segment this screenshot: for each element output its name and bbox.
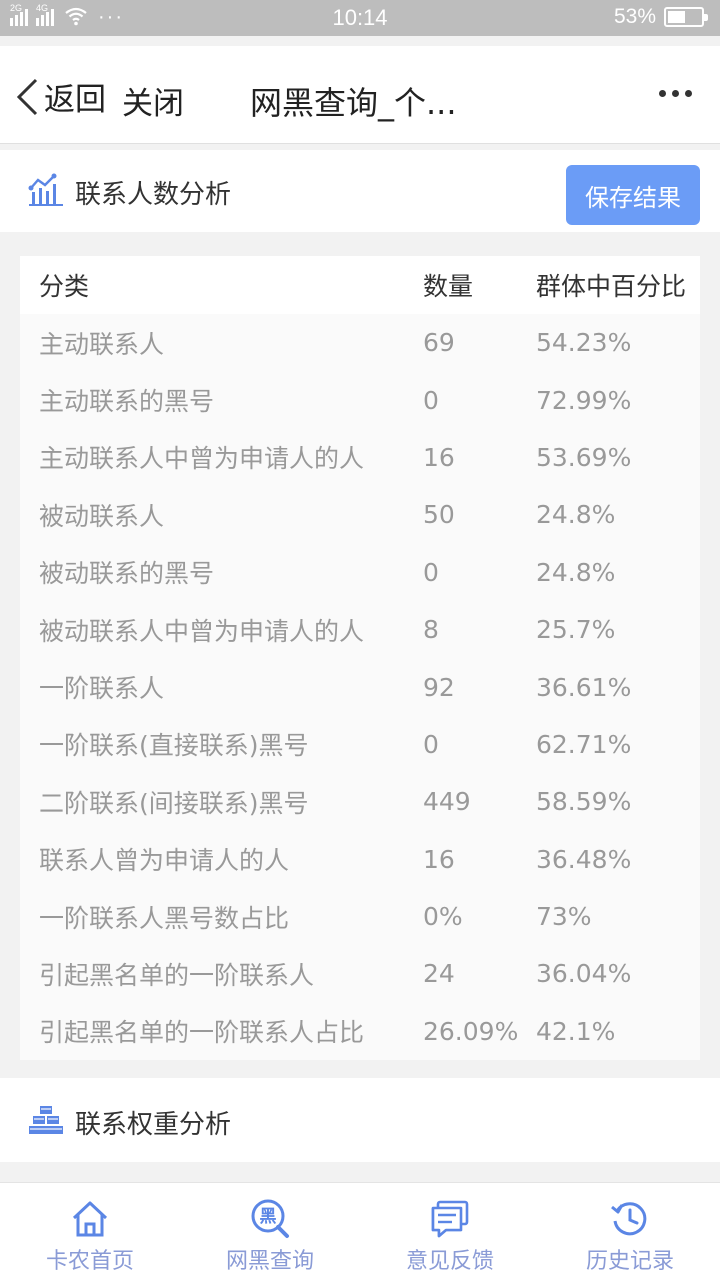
battery-percent: 53% [613, 5, 656, 28]
save-result-button[interactable]: 保存结果 [566, 165, 700, 225]
table-row: 被动联系的黑号 0 24.8% [20, 544, 700, 601]
table-row: 引起黑名单的一阶联系人 24 36.04% [20, 945, 700, 1002]
battery-status: 53% [613, 5, 708, 29]
cell-percent: 53.69% [536, 442, 632, 472]
tab-label: 意见反馈 [405, 1249, 494, 1274]
table-row: 一阶联系人 92 36.61% [20, 658, 700, 715]
cell-count: 69 [423, 328, 455, 358]
cell-percent: 62.71% [536, 729, 632, 759]
tab-blacklist-search[interactable]: 黑 网黑查询 [180, 1183, 360, 1280]
tab-label: 历史记录 [585, 1249, 674, 1274]
header-count: 数量 [423, 272, 474, 301]
cell-count: 26.09% [423, 1016, 519, 1046]
tab-history[interactable]: 历史记录 [540, 1183, 720, 1280]
cell-category: 主动联系的黑号 [39, 387, 215, 417]
cell-percent: 72.99% [536, 385, 632, 415]
contact-count-section-header: 联系人数分析 保存结果 [0, 150, 720, 232]
nav-bar: 返回 关闭 网黑查询_个... [0, 46, 720, 144]
table-row: 二阶联系(间接联系)黑号 449 58.59% [20, 773, 700, 830]
chart-analysis-icon [28, 173, 63, 206]
cell-category: 二阶联系(间接联系)黑号 [39, 788, 309, 818]
cell-category: 被动联系人 [39, 501, 165, 531]
cell-count: 50 [423, 500, 455, 530]
section-title: 联系权重分析 [75, 1110, 232, 1140]
cell-count: 0% [423, 902, 463, 932]
tab-label: 网黑查询 [225, 1249, 314, 1274]
more-dot-icon [672, 90, 679, 97]
feedback-icon [431, 1200, 469, 1238]
cell-count: 16 [423, 844, 455, 874]
cell-category: 一阶联系人 [39, 674, 165, 704]
cell-count: 16 [423, 442, 455, 472]
blacklist-char: 黑 [260, 1207, 277, 1227]
table-row: 引起黑名单的一阶联系人占比 26.09% 42.1% [20, 1003, 700, 1060]
cell-percent: 36.04% [536, 959, 632, 989]
home-icon [72, 1201, 108, 1237]
table-row: 主动联系的黑号 0 72.99% [20, 371, 700, 428]
cell-count: 449 [423, 787, 471, 817]
clock: 10:14 [332, 5, 388, 30]
back-button[interactable]: 返回 [14, 74, 106, 119]
bottom-tab-bar: 卡农首页 黑 网黑查询 意见反馈 历史记录 [0, 1182, 720, 1280]
cell-percent: 25.7% [536, 615, 616, 645]
history-icon [611, 1202, 647, 1236]
header-percent: 群体中百分比 [536, 272, 687, 301]
more-dot-icon [685, 90, 692, 97]
chevron-left-icon [16, 78, 38, 115]
cell-percent: 36.48% [536, 844, 632, 874]
cell-category: 引起黑名单的一阶联系人占比 [39, 1018, 365, 1048]
cell-percent: 36.61% [536, 672, 632, 702]
table-header: 分类 数量 群体中百分比 [20, 256, 700, 314]
close-button[interactable]: 关闭 [122, 78, 184, 123]
cell-percent: 54.23% [536, 328, 632, 358]
table-row: 被动联系人 50 24.8% [20, 486, 700, 543]
cell-percent: 42.1% [536, 1016, 616, 1046]
cell-category: 被动联系人中曾为申请人的人 [39, 616, 365, 646]
battery-icon [664, 7, 708, 27]
contact-weight-section-header[interactable]: 联系权重分析 [0, 1078, 720, 1162]
cell-percent: 24.8% [536, 500, 616, 530]
more-menu-button[interactable] [659, 90, 692, 97]
cell-category: 联系人曾为申请人的人 [39, 846, 290, 876]
table-row: 一阶联系人黑号数占比 0% 73% [20, 888, 700, 945]
cell-percent: 24.8% [536, 557, 616, 587]
cell-count: 92 [423, 672, 455, 702]
more-dot-icon [659, 90, 666, 97]
table-row: 主动联系人中曾为申请人的人 16 53.69% [20, 429, 700, 486]
table-body: 主动联系人 69 54.23% 主动联系的黑号 0 72.99% 主动联系人中曾为申请人… [20, 314, 700, 1061]
header-category: 分类 [39, 272, 90, 301]
tab-label: 卡农首页 [45, 1249, 134, 1274]
cell-category: 一阶联系人黑号数占比 [39, 903, 290, 933]
cell-count: 0 [423, 557, 439, 587]
table-row: 被动联系人中曾为申请人的人 8 25.7% [20, 601, 700, 658]
page-title: 网黑查询_个... [250, 84, 457, 122]
table-row: 主动联系人 69 54.23% [20, 314, 700, 371]
tab-home[interactable]: 卡农首页 [0, 1183, 180, 1280]
tab-feedback[interactable]: 意见反馈 [360, 1183, 540, 1280]
section-title: 联系人数分析 [75, 180, 232, 210]
cell-count: 0 [423, 729, 439, 759]
cell-count: 0 [423, 385, 439, 415]
cell-percent: 73% [536, 902, 592, 932]
cell-category: 一阶联系(直接联系)黑号 [39, 731, 309, 761]
blacklist-search-icon: 黑 [251, 1199, 289, 1238]
cell-count: 8 [423, 615, 439, 645]
cell-category: 引起黑名单的一阶联系人 [39, 960, 315, 990]
table-row: 联系人曾为申请人的人 16 36.48% [20, 831, 700, 888]
cell-count: 24 [423, 959, 455, 989]
back-label: 返回 [44, 82, 106, 118]
contact-count-table: 分类 数量 群体中百分比 主动联系人 69 54.23% 主动联系的黑号 0 72.99… [20, 256, 700, 1061]
status-bar: 2G 4G ··· 10:14 53% [0, 0, 720, 36]
table-row: 一阶联系(直接联系)黑号 0 62.71% [20, 716, 700, 773]
cell-category: 主动联系人中曾为申请人的人 [39, 444, 365, 474]
gold-bars-icon [29, 1106, 63, 1134]
cell-category: 被动联系的黑号 [39, 559, 215, 589]
cell-category: 主动联系人 [39, 329, 165, 359]
cell-percent: 58.59% [536, 787, 632, 817]
